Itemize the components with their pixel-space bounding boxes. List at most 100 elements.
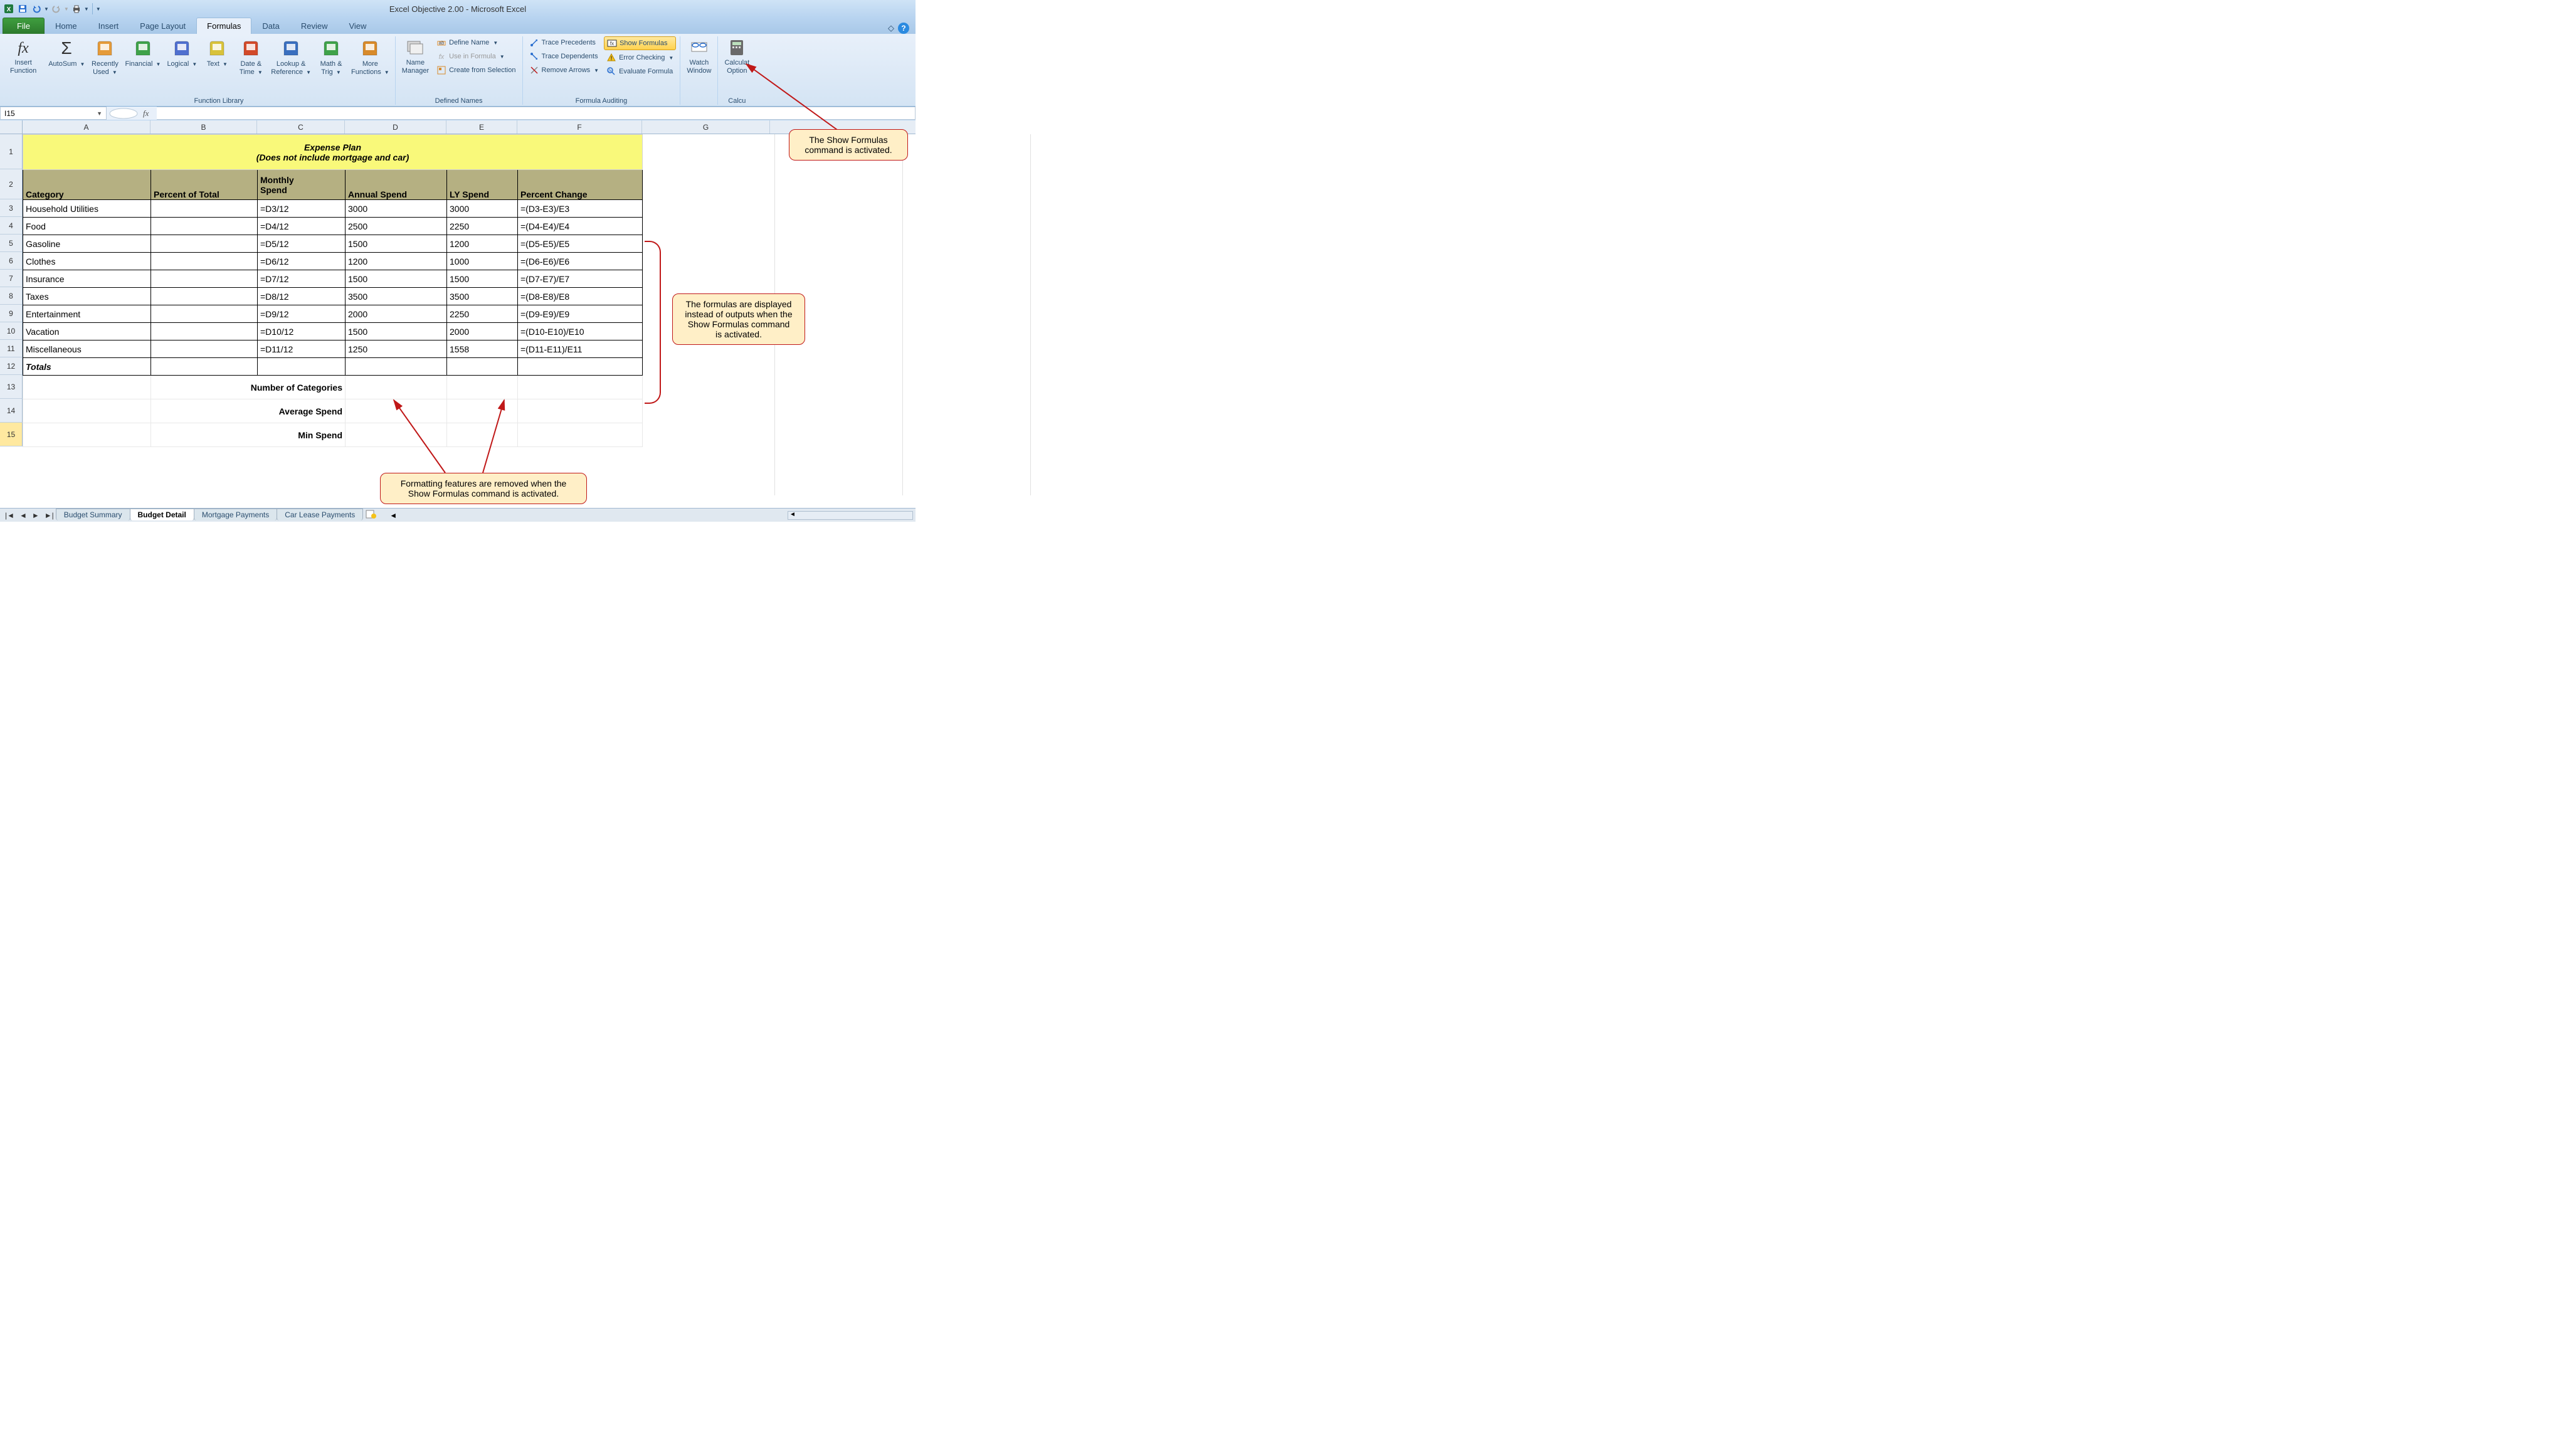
cell-ly-spend[interactable]: 1000 — [447, 253, 518, 270]
cell-ly-spend[interactable]: 3500 — [447, 288, 518, 305]
cell-monthly-spend[interactable]: =D6/12 — [258, 253, 346, 270]
cell-ly-spend[interactable]: 3000 — [447, 200, 518, 218]
function-library-logical[interactable]: Logical ▼ — [165, 36, 199, 70]
create-from-selection-button[interactable]: Create from Selection — [434, 64, 518, 76]
trace-precedents-button[interactable]: Trace Precedents — [527, 36, 602, 49]
cell-category[interactable]: Miscellaneous — [23, 340, 151, 358]
cell-ly-spend[interactable]: 1558 — [447, 340, 518, 358]
tab-nav-next-icon[interactable]: ► — [29, 511, 42, 520]
cell-monthly-spend[interactable]: =D5/12 — [258, 235, 346, 253]
tab-file[interactable]: File — [3, 18, 45, 34]
cell-num-categories-label[interactable]: Number of Categories — [151, 376, 346, 399]
cell-annual-spend[interactable]: 1500 — [346, 235, 447, 253]
cell-category[interactable]: Household Utilities — [23, 200, 151, 218]
name-box[interactable]: I15 ▼ — [0, 107, 107, 120]
remove-arrows-button[interactable]: Remove Arrows▼ — [527, 64, 602, 76]
cell-percent-total[interactable] — [151, 253, 258, 270]
row-header-1[interactable]: 1 — [0, 134, 23, 169]
cell-avg-spend-label[interactable]: Average Spend — [151, 399, 346, 423]
formula-bar-input[interactable] — [157, 107, 916, 120]
cell-percent-total[interactable] — [151, 288, 258, 305]
column-header-E[interactable]: E — [446, 120, 517, 134]
column-header-G[interactable]: G — [642, 120, 770, 134]
tab-formulas[interactable]: Formulas — [196, 18, 251, 34]
cell-percent-change[interactable]: =(D7-E7)/E7 — [518, 270, 643, 288]
cell-min-spend-label[interactable]: Min Spend — [151, 423, 346, 447]
cell-percent-change[interactable]: =(D4-E4)/E4 — [518, 218, 643, 235]
excel-icon[interactable]: X — [3, 3, 15, 15]
cell-percent-change[interactable]: =(D9-E9)/E9 — [518, 305, 643, 323]
undo-dropdown-icon[interactable]: ▼ — [44, 6, 49, 12]
cell-annual-spend[interactable]: 1500 — [346, 323, 447, 340]
show-formulas-button[interactable]: fxShow Formulas — [604, 36, 676, 50]
sheet-tab-car-lease-payments[interactable]: Car Lease Payments — [277, 509, 363, 520]
cell-percent-change[interactable]: =(D8-E8)/E8 — [518, 288, 643, 305]
sheet-tab-budget-summary[interactable]: Budget Summary — [56, 509, 130, 520]
cell-ly-spend[interactable]: 2000 — [447, 323, 518, 340]
row-header-9[interactable]: 9 — [0, 305, 23, 322]
qat-customize-icon[interactable]: ▼ — [96, 6, 101, 12]
cell-annual-spend[interactable]: 1250 — [346, 340, 447, 358]
row-header-6[interactable]: 6 — [0, 252, 23, 270]
cell-percent-total[interactable] — [151, 340, 258, 358]
tab-nav-first-icon[interactable]: |◄ — [3, 511, 17, 520]
cell-monthly-spend[interactable]: =D7/12 — [258, 270, 346, 288]
column-header-C[interactable]: C — [257, 120, 345, 134]
cell-percent-total[interactable] — [151, 323, 258, 340]
insert-function-button[interactable]: fx Insert Function — [8, 36, 39, 76]
cell-category[interactable]: Vacation — [23, 323, 151, 340]
tab-home[interactable]: Home — [45, 18, 88, 34]
cell-percent-total[interactable] — [151, 218, 258, 235]
cell-category[interactable]: Gasoline — [23, 235, 151, 253]
watch-window-button[interactable]: Watch Window — [684, 36, 714, 76]
tab-view[interactable]: View — [338, 18, 377, 34]
cell-annual-spend[interactable]: 2500 — [346, 218, 447, 235]
function-library-autosum[interactable]: ΣAutoSum ▼ — [46, 36, 87, 70]
function-library-recently-used[interactable]: Recently Used ▼ — [89, 36, 120, 78]
cell-percent-total[interactable] — [151, 305, 258, 323]
cell-annual-spend[interactable]: 1500 — [346, 270, 447, 288]
tab-nav-last-icon[interactable]: ►| — [42, 511, 56, 520]
tab-page-layout[interactable]: Page Layout — [129, 18, 196, 34]
print-dropdown-icon[interactable]: ▼ — [84, 6, 89, 12]
minimize-ribbon-icon[interactable]: ◇ — [888, 23, 894, 33]
row-header-2[interactable]: 2 — [0, 169, 23, 199]
new-sheet-icon[interactable] — [366, 510, 377, 520]
help-icon[interactable]: ? — [898, 23, 909, 34]
define-name-button[interactable]: abDefine Name▼ — [434, 36, 518, 49]
cell-annual-spend[interactable]: 1200 — [346, 253, 447, 270]
calculation-options-button[interactable]: Calculat Option — [722, 36, 752, 76]
function-library-math-trig[interactable]: Math & Trig ▼ — [315, 36, 347, 78]
cell-percent-change[interactable]: =(D6-E6)/E6 — [518, 253, 643, 270]
name-box-dropdown-icon[interactable]: ▼ — [97, 110, 102, 117]
row-header-7[interactable]: 7 — [0, 270, 23, 287]
cell-monthly-spend[interactable]: =D11/12 — [258, 340, 346, 358]
cell-ly-spend[interactable]: 1500 — [447, 270, 518, 288]
cell-ly-spend[interactable]: 2250 — [447, 218, 518, 235]
cell-annual-spend[interactable]: 3500 — [346, 288, 447, 305]
row-header-14[interactable]: 14 — [0, 399, 23, 423]
column-header-B[interactable]: B — [150, 120, 257, 134]
name-manager-button[interactable]: Name Manager — [399, 36, 431, 76]
row-header-13[interactable]: 13 — [0, 375, 23, 399]
tab-data[interactable]: Data — [251, 18, 290, 34]
cell-monthly-spend[interactable]: =D3/12 — [258, 200, 346, 218]
row-header-5[interactable]: 5 — [0, 235, 23, 252]
select-all-corner[interactable] — [0, 120, 23, 134]
cell-ly-spend[interactable]: 1200 — [447, 235, 518, 253]
cell-monthly-spend[interactable]: =D10/12 — [258, 323, 346, 340]
row-header-15[interactable]: 15 — [0, 423, 23, 446]
cell-category[interactable]: Taxes — [23, 288, 151, 305]
cell-category[interactable]: Insurance — [23, 270, 151, 288]
function-library-date-time[interactable]: Date & Time ▼ — [235, 36, 266, 78]
function-library-more-functions[interactable]: More Functions ▼ — [349, 36, 391, 78]
row-header-8[interactable]: 8 — [0, 287, 23, 305]
cell-category[interactable]: Clothes — [23, 253, 151, 270]
column-header-F[interactable]: F — [517, 120, 642, 134]
cell-monthly-spend[interactable]: =D9/12 — [258, 305, 346, 323]
row-header-12[interactable]: 12 — [0, 357, 23, 375]
column-header-D[interactable]: D — [345, 120, 446, 134]
trace-dependents-button[interactable]: Trace Dependents — [527, 50, 602, 63]
cell-monthly-spend[interactable]: =D8/12 — [258, 288, 346, 305]
cell-monthly-spend[interactable]: =D4/12 — [258, 218, 346, 235]
